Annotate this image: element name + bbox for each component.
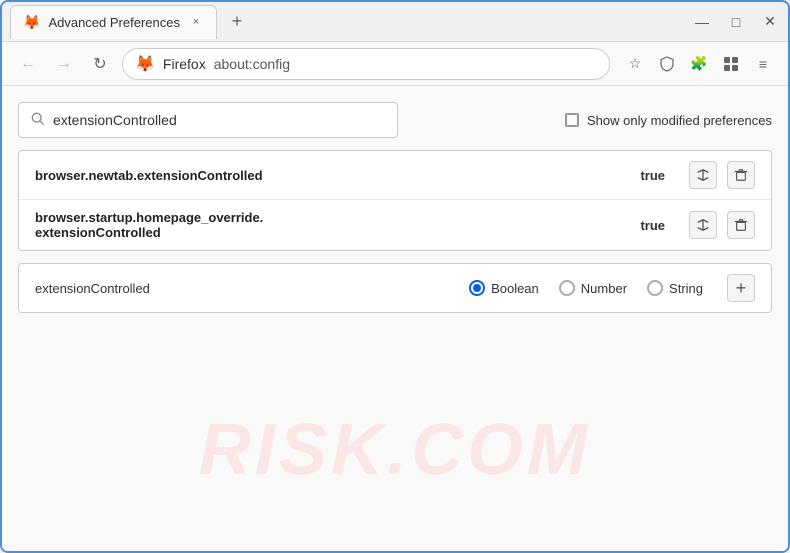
table-row: browser.startup.homepage_override. exten… [19,200,771,250]
toggle-button-2[interactable] [689,211,717,239]
radio-string[interactable]: String [647,280,703,296]
preferences-table: browser.newtab.extensionControlled true [18,150,772,251]
search-icon [31,112,45,129]
forward-button[interactable]: → [50,50,78,78]
search-row: Show only modified preferences [18,102,772,138]
add-preference-button[interactable]: + [727,274,755,302]
active-tab[interactable]: 🦊 Advanced Preferences × [10,5,217,39]
search-box[interactable] [18,102,398,138]
toggle-button-1[interactable] [689,161,717,189]
pref-name-line1: browser.startup.homepage_override. [35,210,640,225]
tab-label: Advanced Preferences [48,15,180,30]
table-row: browser.newtab.extensionControlled true [19,151,771,200]
back-button[interactable]: ← [14,50,42,78]
refresh-button[interactable]: ↻ [86,50,114,78]
new-pref-name: extensionControlled [35,281,445,296]
delete-button-1[interactable] [727,161,755,189]
pref-name-2: browser.startup.homepage_override. exten… [35,210,640,240]
shield-icon[interactable] [654,51,680,77]
pref-name-1: browser.newtab.extensionControlled [35,168,640,183]
menu-button[interactable]: ≡ [750,51,776,77]
tab-icon: 🦊 [23,14,40,31]
pref-value-2: true [640,218,665,233]
radio-string-label: String [669,281,703,296]
close-button[interactable]: ✕ [760,12,780,32]
browser-name-label: Firefox [163,56,206,72]
radio-boolean-label: Boolean [491,281,539,296]
address-bar[interactable]: 🦊 Firefox about:config [122,48,610,80]
tab-close-button[interactable]: × [188,14,204,30]
url-text: about:config [214,56,290,72]
maximize-button[interactable]: □ [726,12,746,32]
minimize-button[interactable]: — [692,12,712,32]
new-tab-button[interactable]: + [223,8,251,36]
profile-icon[interactable] [718,51,744,77]
radio-number[interactable]: Number [559,280,627,296]
radio-number-label: Number [581,281,627,296]
extension-icon[interactable]: 🧩 [686,51,712,77]
titlebar: 🦊 Advanced Preferences × + — □ ✕ [2,2,788,42]
show-modified-checkbox-row[interactable]: Show only modified preferences [565,113,772,128]
pref-name-line2: extensionControlled [35,225,640,240]
main-content: RISK.COM Show only modified preferences [2,86,788,551]
radio-boolean[interactable]: Boolean [469,280,539,296]
type-radio-group: Boolean Number String [469,280,703,296]
pref-actions-2 [689,211,755,239]
pref-value-1: true [640,168,665,183]
delete-button-2[interactable] [727,211,755,239]
firefox-logo: 🦊 [135,54,155,74]
search-input[interactable] [53,112,385,128]
add-preference-row: extensionControlled Boolean Number Strin… [18,263,772,313]
radio-number-circle [559,280,575,296]
radio-boolean-circle [469,280,485,296]
pref-actions-1 [689,161,755,189]
window-controls: — □ ✕ [692,12,780,32]
radio-string-circle [647,280,663,296]
show-modified-checkbox[interactable] [565,113,579,127]
watermark: RISK.COM [199,409,591,491]
navbar: ← → ↻ 🦊 Firefox about:config ☆ 🧩 [2,42,788,86]
browser-window: 🦊 Advanced Preferences × + — □ ✕ ← → ↻ 🦊… [0,0,790,553]
nav-icons: ☆ 🧩 ≡ [622,51,776,77]
show-modified-label: Show only modified preferences [587,113,772,128]
bookmark-icon[interactable]: ☆ [622,51,648,77]
